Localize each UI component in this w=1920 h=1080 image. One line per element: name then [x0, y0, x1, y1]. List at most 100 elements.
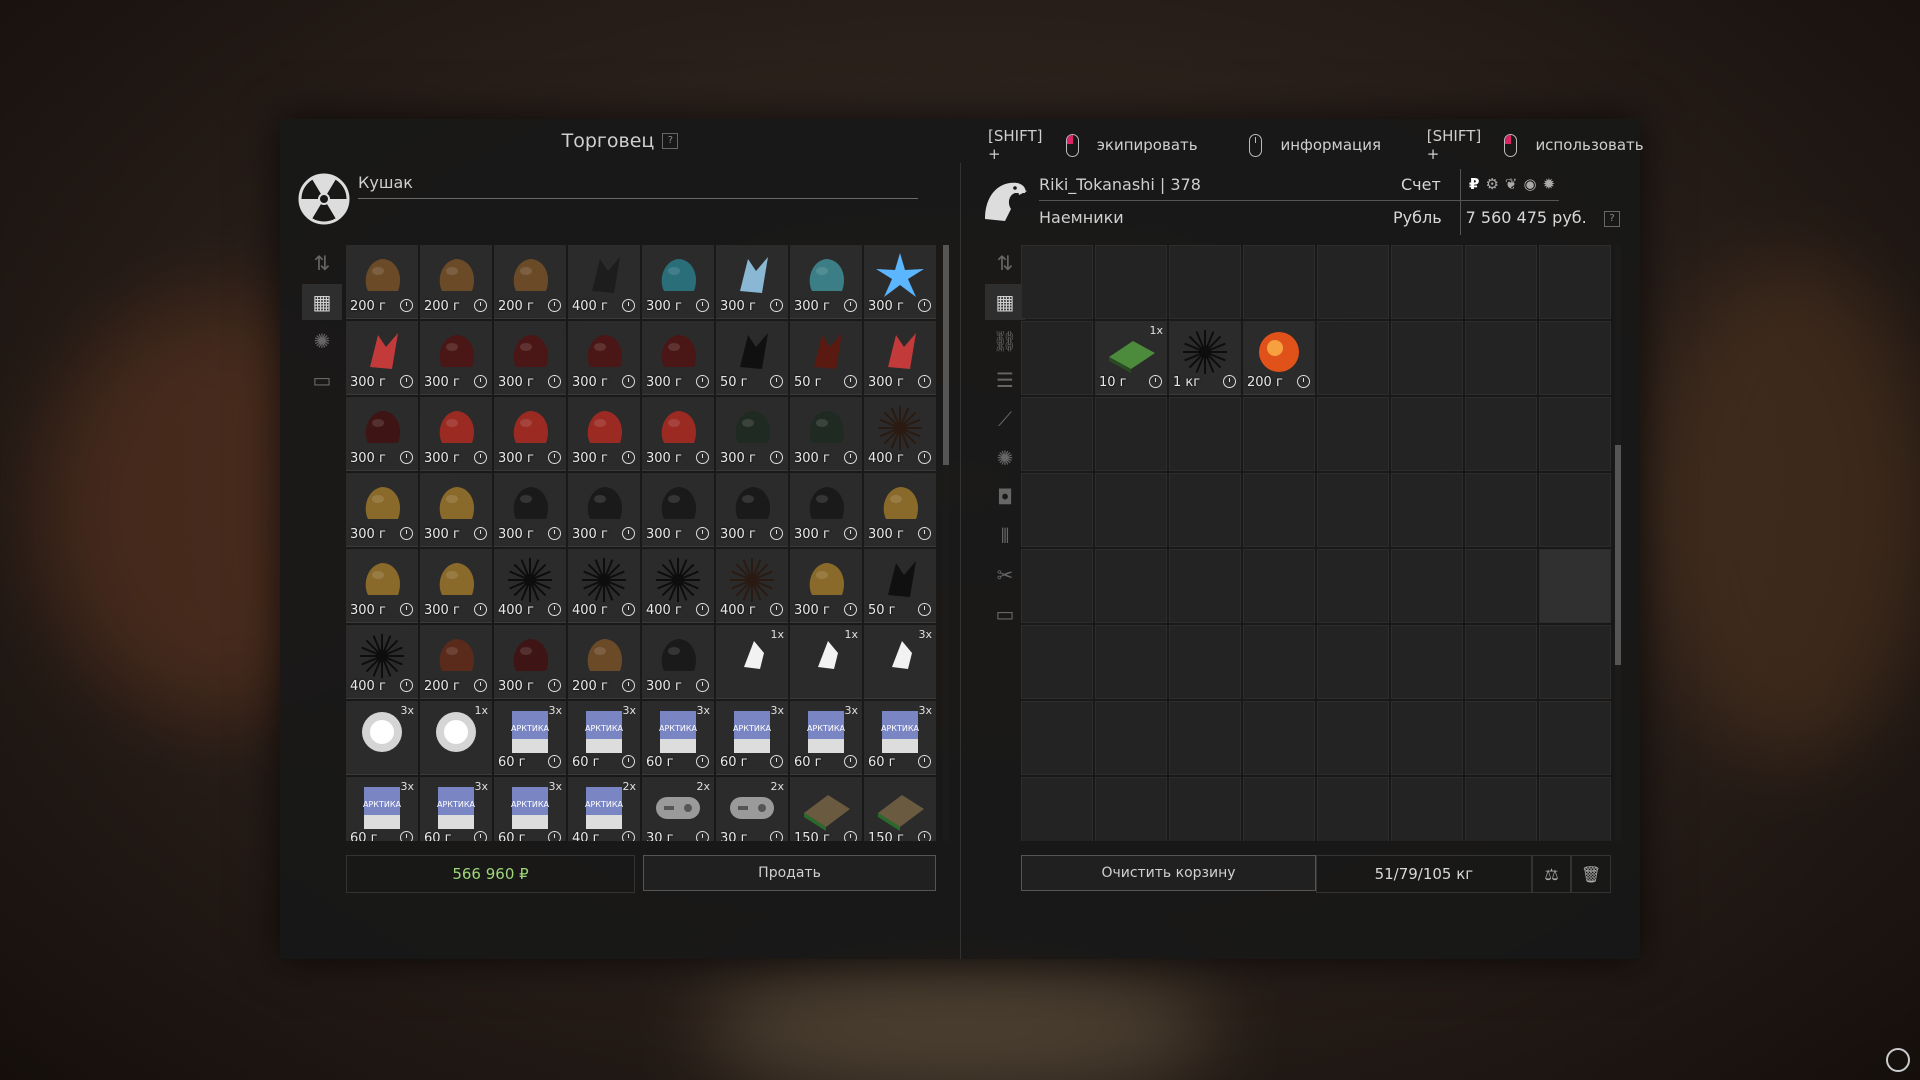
inventory-slot[interactable]: 300 г	[494, 625, 566, 699]
empty-cart-slot[interactable]	[1169, 777, 1241, 841]
inventory-slot[interactable]: 300 г	[494, 397, 566, 471]
inventory-slot[interactable]: АРКТИКА 3x 60 г	[716, 701, 788, 775]
empty-cart-slot[interactable]	[1465, 321, 1537, 395]
empty-cart-slot[interactable]	[1021, 625, 1093, 699]
inventory-slot[interactable]: 50 г	[864, 549, 936, 623]
tab-artifacts[interactable]: ✺	[302, 323, 342, 359]
empty-cart-slot[interactable]	[1169, 245, 1241, 319]
inventory-slot[interactable]: 150 г	[864, 777, 936, 841]
inventory-slot[interactable]: АРКТИКА 3x 60 г	[642, 701, 714, 775]
trader-help-button[interactable]: ?	[662, 133, 679, 149]
empty-cart-slot[interactable]	[1391, 777, 1463, 841]
empty-cart-slot[interactable]	[1021, 777, 1093, 841]
inventory-slot[interactable]: 150 г	[790, 777, 862, 841]
inventory-slot[interactable]: 300 г	[642, 245, 714, 319]
tab-player-sort[interactable]: ⇅	[985, 245, 1025, 281]
tab-player-all[interactable]: ▦	[985, 284, 1025, 320]
inventory-slot[interactable]: АРКТИКА 2x 40 г	[568, 777, 640, 841]
tab-sort[interactable]: ⇅	[302, 245, 342, 281]
empty-cart-slot[interactable]	[1317, 397, 1389, 471]
empty-cart-slot[interactable]	[1095, 397, 1167, 471]
empty-cart-slot[interactable]	[1243, 245, 1315, 319]
inventory-slot[interactable]: 50 г	[790, 321, 862, 395]
empty-cart-slot[interactable]	[1095, 777, 1167, 841]
tab-player-misc[interactable]: ▭	[985, 596, 1025, 632]
inventory-slot[interactable]: 300 г	[716, 397, 788, 471]
empty-cart-slot[interactable]	[1243, 777, 1315, 841]
inventory-slot[interactable]: 300 г	[346, 549, 418, 623]
inventory-slot[interactable]: 300 г	[420, 321, 492, 395]
inventory-slot[interactable]: 200 г	[494, 245, 566, 319]
inventory-slot[interactable]: 400 г	[346, 625, 418, 699]
empty-cart-slot[interactable]	[1243, 701, 1315, 775]
empty-cart-slot[interactable]	[1539, 549, 1611, 623]
inventory-slot[interactable]: 300 г	[642, 397, 714, 471]
empty-cart-slot[interactable]	[1539, 321, 1611, 395]
empty-cart-slot[interactable]	[1539, 777, 1611, 841]
empty-cart-slot[interactable]	[1169, 625, 1241, 699]
inventory-slot[interactable]: 300 г	[864, 473, 936, 547]
inventory-slot[interactable]: 300 г	[864, 245, 936, 319]
inventory-slot[interactable]: 2x 30 г	[716, 777, 788, 841]
ruble-icon[interactable]: ₽	[1469, 175, 1479, 193]
tab-devices[interactable]: ◘	[985, 479, 1025, 515]
inventory-slot[interactable]: АРКТИКА 3x 60 г	[790, 701, 862, 775]
empty-cart-slot[interactable]	[1021, 397, 1093, 471]
empty-cart-slot[interactable]	[1539, 701, 1611, 775]
inventory-slot[interactable]: 300 г	[790, 473, 862, 547]
inventory-slot[interactable]: 300 г	[568, 473, 640, 547]
inventory-slot[interactable]: 400 г	[568, 245, 640, 319]
inventory-slot[interactable]: 300 г	[494, 321, 566, 395]
empty-cart-slot[interactable]	[1169, 397, 1241, 471]
inventory-slot[interactable]: 1x	[420, 701, 492, 775]
inventory-slot[interactable]: АРКТИКА 3x 60 г	[494, 777, 566, 841]
tab-tools[interactable]: ✂	[985, 557, 1025, 593]
inventory-slot[interactable]: 3x	[346, 701, 418, 775]
empty-cart-slot[interactable]	[1021, 701, 1093, 775]
empty-cart-slot[interactable]	[1169, 473, 1241, 547]
inventory-slot[interactable]: АРКТИКА 3x 60 г	[494, 701, 566, 775]
empty-cart-slot[interactable]	[1539, 625, 1611, 699]
cart-scroll-thumb[interactable]	[1615, 445, 1621, 665]
inventory-slot[interactable]: 300 г	[864, 321, 936, 395]
empty-cart-slot[interactable]	[1243, 473, 1315, 547]
empty-cart-slot[interactable]	[1021, 245, 1093, 319]
empty-cart-slot[interactable]	[1465, 701, 1537, 775]
empty-cart-slot[interactable]	[1243, 397, 1315, 471]
inventory-slot[interactable]: 300 г	[790, 549, 862, 623]
empty-cart-slot[interactable]	[1465, 473, 1537, 547]
inventory-slot[interactable]: 300 г	[716, 473, 788, 547]
trader-scrollbar[interactable]	[943, 245, 949, 841]
inventory-slot[interactable]: 300 г	[642, 473, 714, 547]
inventory-slot[interactable]: 1 кг	[1169, 321, 1241, 395]
empty-cart-slot[interactable]	[1391, 473, 1463, 547]
empty-cart-slot[interactable]	[1317, 245, 1389, 319]
empty-cart-slot[interactable]	[1539, 473, 1611, 547]
inventory-slot[interactable]: 300 г	[716, 245, 788, 319]
inventory-slot[interactable]: 300 г	[346, 397, 418, 471]
empty-cart-slot[interactable]	[1391, 321, 1463, 395]
inventory-slot[interactable]: 3x	[864, 625, 936, 699]
leaf-currency-icon[interactable]: ❦	[1505, 175, 1518, 193]
empty-cart-slot[interactable]	[1539, 245, 1611, 319]
empty-cart-slot[interactable]	[1391, 549, 1463, 623]
empty-cart-slot[interactable]	[1317, 321, 1389, 395]
tab-weapons[interactable]: ⟋	[985, 401, 1025, 437]
empty-cart-slot[interactable]	[1391, 397, 1463, 471]
empty-cart-slot[interactable]	[1391, 701, 1463, 775]
clear-cart-button[interactable]: Очистить корзину	[1021, 855, 1316, 891]
inventory-slot[interactable]: 300 г	[494, 473, 566, 547]
empty-cart-slot[interactable]	[1095, 245, 1167, 319]
tab-ammo[interactable]: ⦀	[985, 518, 1025, 554]
inventory-slot[interactable]: 300 г	[568, 321, 640, 395]
empty-cart-slot[interactable]	[1465, 245, 1537, 319]
empty-cart-slot[interactable]	[1465, 549, 1537, 623]
inventory-slot[interactable]: 300 г	[346, 473, 418, 547]
inventory-slot[interactable]: АРКТИКА 3x 60 г	[568, 701, 640, 775]
sell-button[interactable]: Продать	[643, 855, 936, 891]
inventory-slot[interactable]: 50 г	[716, 321, 788, 395]
inventory-slot[interactable]: 1x 10 г	[1095, 321, 1167, 395]
inventory-slot[interactable]: 300 г	[790, 397, 862, 471]
cart-scrollbar[interactable]	[1615, 245, 1621, 841]
inventory-slot[interactable]: 200 г	[346, 245, 418, 319]
